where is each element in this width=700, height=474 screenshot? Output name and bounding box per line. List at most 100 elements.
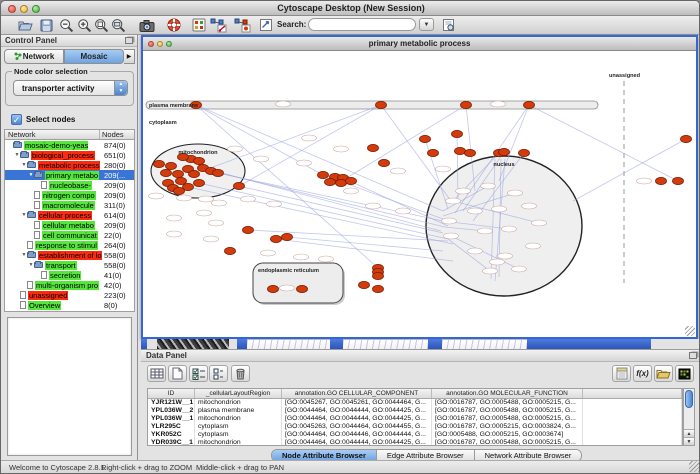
gene-label-node[interactable] <box>228 146 243 152</box>
more-tabs-icon[interactable]: ▶ <box>124 49 135 64</box>
table-row[interactable]: YPL036W__2plasma membrane[GO:0044464, GO… <box>148 407 682 415</box>
gene-label-node[interactable] <box>637 178 652 184</box>
tree-column-nodes[interactable]: Nodes <box>100 130 134 139</box>
background-window-thumbnail[interactable] <box>442 339 527 349</box>
help-icon[interactable] <box>165 17 183 33</box>
gene-label-node[interactable] <box>267 201 282 207</box>
import-attributes-icon[interactable] <box>654 365 673 382</box>
gene-label-node[interactable] <box>302 135 317 141</box>
table-row[interactable]: YDR039C__1mitochondrion[GO:0044464, GO:0… <box>148 439 682 446</box>
gene-node[interactable] <box>194 179 205 186</box>
unselect-attributes-icon[interactable] <box>209 365 228 382</box>
gene-label-node[interactable] <box>197 210 212 216</box>
gene-node[interactable] <box>428 149 439 156</box>
scroll-down-icon[interactable]: ▼ <box>684 437 694 445</box>
gene-node[interactable] <box>176 177 187 184</box>
gene-label-node[interactable] <box>276 101 291 107</box>
background-window-edge[interactable] <box>527 339 651 349</box>
gene-node[interactable] <box>656 177 667 184</box>
gene-label-node[interactable] <box>294 254 309 260</box>
tree-row[interactable]: mosaic-demo-yeast874(0) <box>5 140 134 150</box>
gene-node[interactable] <box>373 285 384 292</box>
gene-label-node[interactable] <box>391 168 406 174</box>
gene-node[interactable] <box>282 233 293 240</box>
network-view-titlebar[interactable]: primary metabolic process <box>143 37 696 51</box>
gene-label-node[interactable] <box>334 146 349 152</box>
gene-label-node[interactable] <box>526 243 541 249</box>
gene-label-node[interactable] <box>481 183 496 189</box>
annotation-icon[interactable] <box>257 17 275 33</box>
gene-node[interactable] <box>194 157 205 164</box>
gene-node[interactable] <box>234 182 245 189</box>
gene-label-node[interactable] <box>241 196 256 202</box>
tree-row[interactable]: multi-organism pro42(0) <box>5 280 134 290</box>
table-scrollbar[interactable]: ▲ ▼ <box>683 388 695 446</box>
gene-label-node[interactable] <box>446 198 461 204</box>
gene-label-node[interactable] <box>319 256 334 262</box>
float-data-panel-icon[interactable] <box>689 352 697 359</box>
tree-row[interactable]: response to stimul264(0) <box>5 240 134 250</box>
node-color-select[interactable]: transporter activity ▲▼ <box>13 80 128 96</box>
tree-row[interactable]: ▼biological_process651(0) <box>5 150 134 160</box>
tree-row[interactable]: secretion41(0) <box>5 270 134 280</box>
gene-label-node[interactable] <box>498 253 513 259</box>
gene-label-node[interactable] <box>167 231 182 237</box>
column-header-id[interactable]: ID <box>148 389 195 398</box>
background-window-thumbnail[interactable] <box>157 339 229 349</box>
create-attribute-icon[interactable] <box>168 365 187 382</box>
gene-node[interactable] <box>455 147 466 154</box>
background-window-edge[interactable] <box>141 339 147 349</box>
search-input[interactable] <box>308 18 416 31</box>
gene-node[interactable] <box>519 149 530 156</box>
gene-label-node[interactable] <box>502 226 517 232</box>
edge[interactable] <box>188 187 453 244</box>
table-row[interactable]: YKR052Ccytoplasm[GO:0044464, GO:0044446,… <box>148 431 682 439</box>
tree-column-network[interactable]: Network <box>5 130 100 139</box>
column-header-cellular-component[interactable]: annotation.GO CELLULAR_COMPONENT <box>282 389 432 398</box>
gene-label-node[interactable] <box>508 190 523 196</box>
gene-node[interactable] <box>452 130 463 137</box>
heatmap-icon[interactable] <box>675 365 694 382</box>
gene-node[interactable] <box>174 187 185 194</box>
view-resize-grip[interactable] <box>685 326 695 336</box>
zoom-selected-region-icon[interactable] <box>92 17 110 33</box>
search-options-icon[interactable] <box>439 17 457 33</box>
gene-node[interactable] <box>420 135 431 142</box>
gene-label-node[interactable] <box>149 193 164 199</box>
zoom-in-icon[interactable] <box>75 17 93 33</box>
tab-mosaic[interactable]: Mosaic <box>64 49 124 64</box>
edge[interactable] <box>573 139 686 201</box>
gene-node[interactable] <box>161 169 172 176</box>
edge[interactable] <box>213 105 381 167</box>
gene-node[interactable] <box>271 235 282 242</box>
scroll-up-icon[interactable]: ▲ <box>684 429 694 437</box>
tree-row[interactable]: unassigned223(0) <box>5 290 134 300</box>
gene-label-node[interactable] <box>204 236 219 242</box>
tree-row[interactable]: nitrogen compo209(0) <box>5 190 134 200</box>
network-canvas[interactable]: plasma membrane cytoplasm mitochondrion … <box>143 51 696 337</box>
destroy-network-icon[interactable] <box>233 17 251 33</box>
gene-label-node[interactable] <box>254 156 269 162</box>
gene-node[interactable] <box>225 247 236 254</box>
gene-node[interactable] <box>213 169 224 176</box>
gene-label-node[interactable] <box>167 215 182 221</box>
gene-node[interactable] <box>373 272 384 279</box>
main-titlebar[interactable]: Cytoscape Desktop (New Session) <box>1 1 700 16</box>
open-session-icon[interactable] <box>16 17 34 33</box>
table-row[interactable]: YJR121W__1mitochondrion[GO:0045267, GO:0… <box>148 399 682 407</box>
gene-label-node[interactable] <box>490 259 505 265</box>
window-resize-grip[interactable] <box>689 461 700 472</box>
create-edit-network-icon[interactable] <box>209 17 227 33</box>
tree-row[interactable]: ▼cellular process614(0) <box>5 210 134 220</box>
tree-row[interactable]: ▼establishment of lo558(0) <box>5 250 134 260</box>
column-header-molecular-function[interactable]: annotation.GO MOLECULAR_FUNCTION <box>432 389 583 398</box>
gene-label-node[interactable] <box>209 220 224 226</box>
save-session-icon[interactable] <box>37 17 55 33</box>
gene-label-node[interactable] <box>177 195 192 201</box>
table-row[interactable]: YPL036W__1mitochondrion[GO:0044464, GO:0… <box>148 415 682 423</box>
background-window-thumbnail[interactable] <box>343 339 428 349</box>
gene-node[interactable] <box>173 170 184 177</box>
select-attributes-icon[interactable] <box>189 365 208 382</box>
zoom-out-icon[interactable] <box>57 17 75 33</box>
gene-label-node[interactable] <box>442 218 457 224</box>
